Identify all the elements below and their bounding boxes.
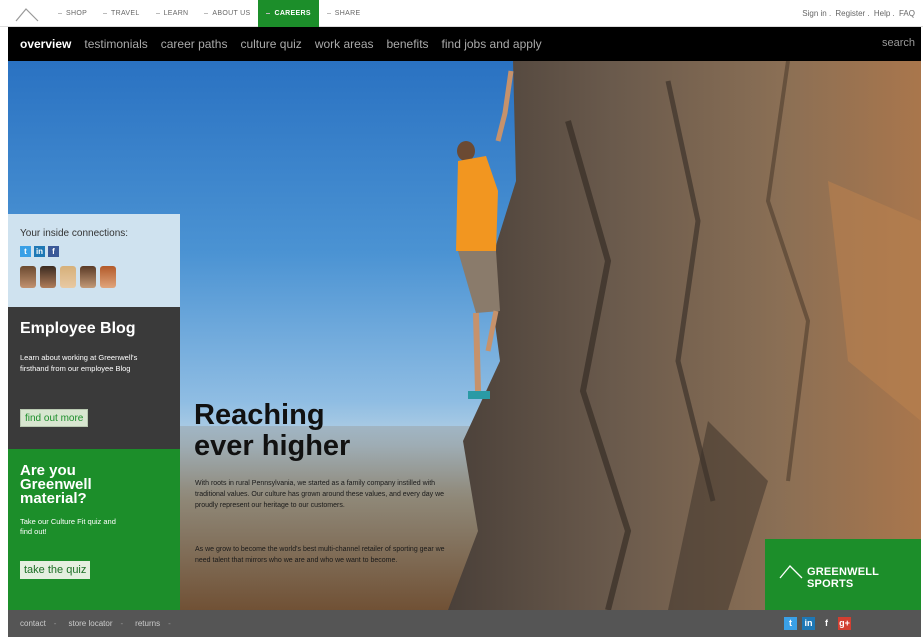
footer-social-icons: t in f g+ <box>784 617 851 630</box>
top-nav-learn[interactable]: LEARN <box>148 0 197 27</box>
mountain-logo-icon[interactable] <box>14 5 40 23</box>
mountain-logo-icon <box>779 565 803 579</box>
blog-text: Learn about working at Greenwell's first… <box>20 353 138 373</box>
register-link[interactable]: Register <box>835 9 865 18</box>
hero-body-paragraph-1: With roots in rural Pennsylvania, we sta… <box>195 480 445 509</box>
top-nav-shop[interactable]: SHOP <box>50 0 95 27</box>
nav-culture-quiz[interactable]: culture quiz <box>240 37 301 51</box>
linkedin-icon[interactable]: in <box>802 617 815 630</box>
quiz-title: Are you Greenwell material? <box>20 462 92 507</box>
nav-find-jobs[interactable]: find jobs and apply <box>442 37 542 51</box>
brand-name: GREENWELL SPORTS <box>807 566 879 590</box>
linkedin-icon[interactable]: in <box>34 246 45 257</box>
top-nav-about-us[interactable]: ABOUT US <box>196 0 258 27</box>
nav-benefits[interactable]: benefits <box>387 37 429 51</box>
connections-title: Your inside connections: <box>20 228 129 239</box>
quiz-text: Take our Culture Fit quiz and find out! <box>20 517 116 536</box>
google-plus-icon[interactable]: g+ <box>838 617 851 630</box>
avatar[interactable] <box>100 266 116 288</box>
top-nav-careers[interactable]: CAREERS <box>258 0 319 27</box>
avatar[interactable] <box>80 266 96 288</box>
help-link[interactable]: Help <box>874 9 890 18</box>
facebook-icon[interactable]: f <box>820 617 833 630</box>
employee-blog-panel: Employee Blog Learn about working at Gre… <box>8 307 180 449</box>
footer-store-locator-link[interactable]: store locator <box>68 619 123 628</box>
sign-in-link[interactable]: Sign in <box>802 9 826 18</box>
nav-testimonials[interactable]: testimonials <box>84 37 147 51</box>
top-nav-share[interactable]: SHARE <box>319 0 369 27</box>
top-nav: SHOP TRAVEL LEARN ABOUT US CAREERS SHARE <box>50 0 368 27</box>
footer: contact store locator returns t in f g+ <box>8 610 921 637</box>
find-out-more-button[interactable]: find out more <box>20 409 89 427</box>
headline-line-1: Reaching <box>194 399 325 431</box>
hero-headline: Reaching ever higher <box>194 400 414 462</box>
main-nav: overview testimonials career paths cultu… <box>8 27 921 61</box>
footer-contact-link[interactable]: contact <box>20 619 56 628</box>
avatar[interactable] <box>20 266 36 288</box>
nav-career-paths[interactable]: career paths <box>161 37 228 51</box>
inside-connections-panel: Your inside connections: t in f <box>8 214 180 307</box>
hero-body-paragraph-2: As we grow to become the world's best mu… <box>195 546 445 564</box>
blog-title: Employee Blog <box>20 320 136 337</box>
avatar[interactable] <box>60 266 76 288</box>
employee-avatars <box>20 266 116 288</box>
brand-tile[interactable]: GREENWELL SPORTS <box>765 539 921 610</box>
headline-line-2: ever higher <box>194 430 351 462</box>
nav-overview[interactable]: overview <box>20 37 71 51</box>
utility-bar: SHOP TRAVEL LEARN ABOUT US CAREERS SHARE… <box>0 0 923 27</box>
facebook-icon[interactable]: f <box>48 246 59 257</box>
twitter-icon[interactable]: t <box>20 246 31 257</box>
faq-link[interactable]: FAQ <box>899 9 915 18</box>
culture-quiz-panel: Are you Greenwell material? Take our Cul… <box>8 449 180 610</box>
nav-work-areas[interactable]: work areas <box>315 37 374 51</box>
twitter-icon[interactable]: t <box>784 617 797 630</box>
search-link[interactable]: search <box>882 37 915 49</box>
footer-returns-link[interactable]: returns <box>135 619 171 628</box>
account-links: Sign in . Register . Help . FAQ <box>802 9 915 18</box>
careers-page: SHOP TRAVEL LEARN ABOUT US CAREERS SHARE… <box>0 0 923 637</box>
top-nav-travel[interactable]: TRAVEL <box>95 0 148 27</box>
take-the-quiz-button[interactable]: take the quiz <box>20 561 91 579</box>
avatar[interactable] <box>40 266 56 288</box>
connections-social-row: t in f <box>20 246 59 257</box>
